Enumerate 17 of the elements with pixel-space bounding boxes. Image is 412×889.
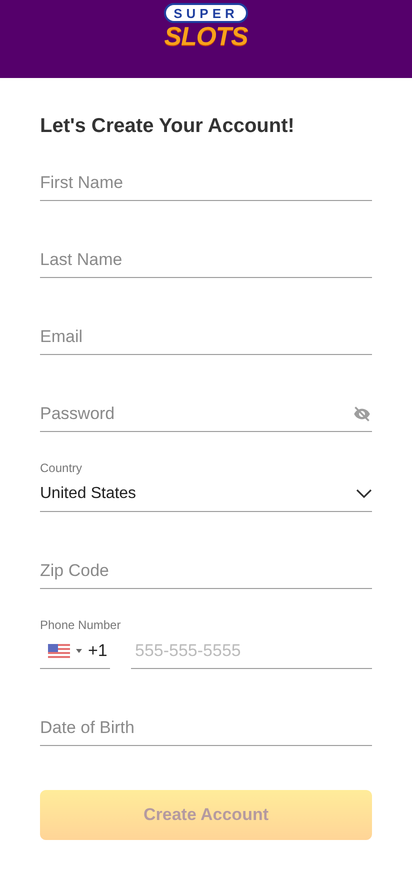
phone-input[interactable]: 555-555-5555 [131,633,372,669]
input-field[interactable]: Date of Birth [40,710,372,746]
input-field[interactable]: Zip Code [40,553,372,589]
flag-icon [48,644,70,658]
input-field[interactable]: First Name [40,165,372,201]
field-label: Country [40,460,84,476]
country-select[interactable]: United States [40,476,372,512]
password-field[interactable]: Password [40,400,352,426]
logo[interactable]: SUPER SLOTS [164,3,248,49]
input-field[interactable]: Last Name [40,242,372,278]
field-label: Phone Number [40,617,122,633]
input-field[interactable]: Email [40,319,372,355]
country-code-select[interactable]: +1 [40,633,110,669]
eye-slash-icon[interactable] [352,404,372,422]
caret-icon [76,648,82,652]
chevron-down-icon [356,488,372,498]
page-title: Let's Create Your Account! [40,114,296,139]
